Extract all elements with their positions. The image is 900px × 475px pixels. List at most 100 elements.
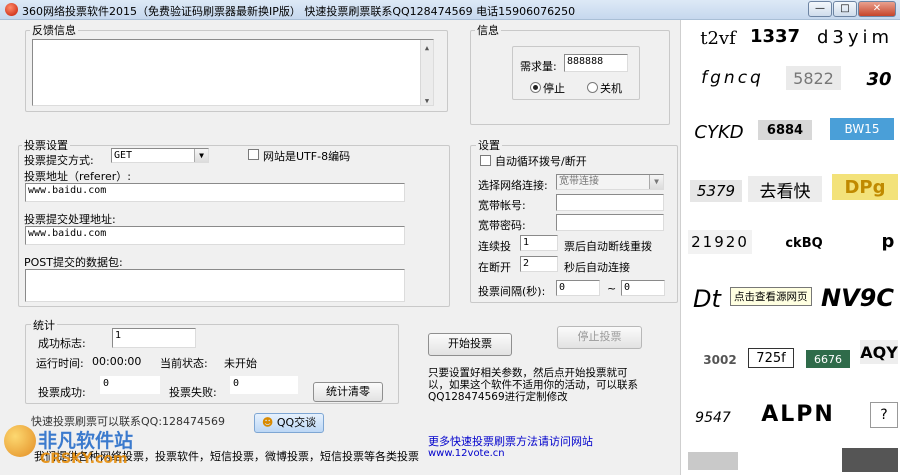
captcha-image: 725f xyxy=(748,348,794,368)
captcha-image xyxy=(688,452,738,470)
qq-icon: ☻ xyxy=(261,416,274,429)
qq-chat-button[interactable]: ☻ QQ交谈 xyxy=(254,413,324,433)
captcha-image: 6884 xyxy=(758,120,812,140)
tooltip: 点击查看源网页 xyxy=(730,287,812,306)
state-value: 未开始 xyxy=(224,357,257,370)
captcha-image: Dt xyxy=(693,285,721,313)
stop-label: 停止 xyxy=(543,82,565,95)
captcha-image: BW15 xyxy=(830,118,894,140)
fail-count-label: 投票失败: xyxy=(169,386,217,399)
consec-label: 连续投 xyxy=(478,240,511,253)
password-input[interactable] xyxy=(556,214,664,231)
stop-radio[interactable] xyxy=(530,82,541,93)
captcha-image: ALPN xyxy=(761,401,835,427)
captcha-image: 去看快 xyxy=(748,176,822,202)
watermark-domain: CRSKY.com xyxy=(40,451,128,467)
interval-label: 投票间隔(秒): xyxy=(478,285,546,298)
captcha-image: 9547 xyxy=(695,410,731,426)
interval-to-input[interactable]: 0 xyxy=(621,280,665,296)
fail-count-value: 0 xyxy=(230,376,298,394)
post-data-input[interactable] xyxy=(25,269,405,302)
interval-tilde: ~ xyxy=(607,282,617,295)
minimize-icon[interactable]: — xyxy=(808,1,832,17)
network-label: 选择网络连接: xyxy=(478,179,548,192)
scroll-up-icon[interactable]: ▲ xyxy=(422,41,432,52)
captcha-image: CYKD xyxy=(694,121,744,143)
account-label: 宽带帐号: xyxy=(478,199,526,212)
captcha-image: fgncq xyxy=(701,68,764,88)
feedback-scrollbar[interactable]: ▲ ▼ xyxy=(420,40,433,105)
network-select[interactable]: 宽带连接 ▼ xyxy=(556,174,664,190)
more-link[interactable]: 更多快速投票刷票方法请访问网站 xyxy=(428,433,593,449)
runtime-value: 00:00:00 xyxy=(92,355,142,368)
disconnect-label: 在断开 xyxy=(478,261,511,274)
captcha-image: 5379 xyxy=(690,180,742,202)
account-input[interactable] xyxy=(556,194,664,211)
qq-chat-label: QQ交谈 xyxy=(276,416,317,429)
info-legend: 信息 xyxy=(475,22,501,38)
success-count-value: 0 xyxy=(100,376,160,394)
captcha-image: 5822 xyxy=(786,66,841,90)
captcha-image: 3002 xyxy=(703,353,737,367)
app-icon xyxy=(5,3,18,16)
window-title: 360网络投票软件2015（免费验证码刷票器最新换IP版） 快速投票刷票联系QQ… xyxy=(22,5,576,18)
chevron-down-icon[interactable]: ▼ xyxy=(649,175,663,189)
watermark-logo-icon xyxy=(4,425,36,457)
captcha-image: 6676 xyxy=(806,350,850,368)
site-url-link[interactable]: www.12vote.cn xyxy=(428,448,505,459)
method-label: 投票提交方式: xyxy=(24,154,94,167)
clear-stats-button[interactable]: 统计清零 xyxy=(313,382,383,402)
shutdown-label: 关机 xyxy=(600,82,622,95)
captcha-image: d3yim xyxy=(816,26,894,48)
shutdown-radio[interactable] xyxy=(587,82,598,93)
captcha-image: ? xyxy=(870,402,898,428)
close-icon[interactable]: ✕ xyxy=(858,1,896,17)
utf8-checkbox[interactable] xyxy=(248,149,259,160)
stats-legend: 统计 xyxy=(31,317,57,333)
chevron-down-icon[interactable]: ▼ xyxy=(194,149,208,162)
demand-input[interactable]: 888888 xyxy=(564,54,628,72)
captcha-image xyxy=(842,448,898,472)
captcha-image: p xyxy=(881,230,895,252)
network-value: 宽带连接 xyxy=(559,176,599,187)
captcha-image: t2vf xyxy=(700,28,736,48)
method-value: GET xyxy=(114,150,133,161)
feedback-textarea[interactable]: ▲ ▼ xyxy=(32,39,434,106)
interval-from-input[interactable]: 0 xyxy=(556,280,600,296)
feedback-legend: 反馈信息 xyxy=(30,22,78,38)
process-url-input[interactable]: www.baidu.com xyxy=(25,226,405,245)
captcha-image: 21920 xyxy=(688,230,752,254)
auto-dial-label: 自动循环拨号/断开 xyxy=(495,155,587,168)
success-count-label: 投票成功: xyxy=(38,386,86,399)
start-vote-button[interactable]: 开始投票 xyxy=(428,333,512,356)
runtime-label: 运行时间: xyxy=(36,357,84,370)
disconnect-input[interactable]: 2 xyxy=(520,256,558,272)
scroll-down-icon[interactable]: ▼ xyxy=(422,94,432,105)
process-url-label: 投票提交处理地址: xyxy=(24,213,116,226)
captcha-image: 30 xyxy=(866,68,892,90)
auto-dial-checkbox[interactable] xyxy=(480,155,491,166)
captcha-image: DPg xyxy=(832,174,898,200)
success-flag-label: 成功标志: xyxy=(38,337,86,350)
post-data-label: POST提交的数据包: xyxy=(24,256,123,269)
password-label: 宽带密码: xyxy=(478,219,526,232)
vote-url-input[interactable]: www.baidu.com xyxy=(25,183,405,202)
vote-url-label: 投票地址（referer）: xyxy=(24,170,131,183)
success-flag-input[interactable]: 1 xyxy=(112,328,196,348)
settings-legend: 设置 xyxy=(476,137,502,153)
captcha-image: AQY xyxy=(860,340,898,364)
demand-label: 需求量: xyxy=(520,60,557,73)
captcha-image: 1337 xyxy=(750,25,800,47)
stop-vote-button[interactable]: 停止投票 xyxy=(557,326,642,349)
utf8-label: 网站是UTF-8编码 xyxy=(263,150,351,163)
disconnect-suffix: 秒后自动连接 xyxy=(564,261,630,274)
method-select[interactable]: GET ▼ xyxy=(111,148,209,163)
state-label: 当前状态: xyxy=(160,357,208,370)
consec-input[interactable]: 1 xyxy=(520,235,558,251)
vote-settings-legend: 投票设置 xyxy=(22,137,70,153)
captcha-image: NV9C xyxy=(821,284,894,312)
consec-suffix: 票后自动断线重拨 xyxy=(564,240,652,253)
maximize-icon[interactable]: □ xyxy=(833,1,857,17)
help-text: 只要设置好相关参数，然后点开始投票就可以，如果这个软件不适用你的活动，可以联系Q… xyxy=(428,367,638,403)
watermark-brand: 非凡软件站 xyxy=(38,430,134,452)
